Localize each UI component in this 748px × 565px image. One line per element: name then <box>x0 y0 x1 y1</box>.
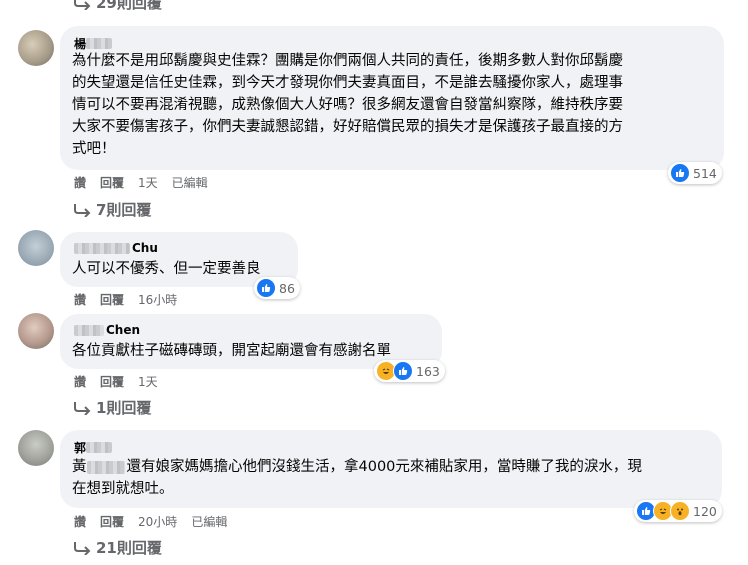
comment-text-line: 式吧！ <box>72 141 116 157</box>
reply-action[interactable]: 回覆 <box>100 291 124 308</box>
comment-text-line: 黃還有娘家媽媽擔心他們沒錢生活，拿4000元來補貼家用，當時賺了我的淚水，現 <box>72 459 642 475</box>
view-replies-label: 7則回覆 <box>96 201 152 219</box>
timestamp[interactable]: 20小時 <box>138 513 177 530</box>
avatar[interactable] <box>18 30 54 66</box>
comment-text-line: 各位貢獻柱子磁磚磚頭，開宮起廟還會有感謝名單 <box>72 343 391 359</box>
reply-arrow-icon <box>74 203 91 217</box>
reaction-summary[interactable]: 120 <box>634 500 722 522</box>
comment-actions: 讚 回覆 1天 已編輯 <box>74 174 222 191</box>
avatar[interactable] <box>18 430 54 466</box>
comment-text-line: 大家不要傷害孩子，你們夫妻誠懇認錯，好好賠償民眾的損失才是保護孩子最直接的方 <box>72 119 623 135</box>
view-replies-link[interactable]: 1則回覆 <box>72 397 151 418</box>
view-replies-link[interactable]: 7則回覆 <box>72 199 151 220</box>
timestamp[interactable]: 16小時 <box>138 291 177 308</box>
edited-label: 已編輯 <box>171 176 208 190</box>
reply-action[interactable]: 回覆 <box>100 373 124 390</box>
reply-arrow-icon <box>74 0 91 10</box>
view-replies-link[interactable]: 21則回覆 <box>72 537 162 558</box>
reply-action[interactable]: 回覆 <box>100 174 124 191</box>
timestamp[interactable]: 1天 <box>138 373 158 390</box>
avatar[interactable] <box>18 230 54 266</box>
reaction-summary[interactable]: 86 <box>254 277 300 299</box>
like-action[interactable]: 讚 <box>74 513 86 530</box>
wow-icon <box>670 501 690 521</box>
comment-text-line: 情可以不要再混淆視聽，成熟像個大人好嗎？很多網友還會自發當糾察隊，維持秩序要 <box>72 97 623 113</box>
like-icon <box>393 361 413 381</box>
comment-text-line: 的失望還是信任史佳霖，到今天才發現你們夫妻真面目，不是誰去騷擾你家人，處理事 <box>72 75 623 91</box>
reply-action[interactable]: 回覆 <box>100 513 124 530</box>
edited-label: 已編輯 <box>191 515 228 529</box>
avatar[interactable] <box>18 313 54 349</box>
like-icon <box>256 278 276 298</box>
reply-arrow-icon <box>74 541 91 555</box>
like-action[interactable]: 讚 <box>74 291 86 308</box>
reaction-count: 86 <box>279 280 295 296</box>
comment-author[interactable]: 郭 <box>74 439 114 456</box>
reaction-summary[interactable]: 514 <box>668 162 722 184</box>
comment-text-line: 人可以不優秀、但一定要善良 <box>72 261 261 277</box>
view-replies-link[interactable]: 29則回覆 <box>72 0 162 13</box>
comment-text-line: 為什麼不是用邱鬍慶與史佳霖？團購是你們兩個人共同的責任，後期多數人對你邱鬍慶 <box>72 53 623 69</box>
reaction-count: 163 <box>416 363 440 379</box>
view-replies-label: 1則回覆 <box>96 399 152 417</box>
comment-actions: 讚 回覆 20小時 已編輯 <box>74 513 241 530</box>
view-replies-label: 29則回覆 <box>96 0 162 12</box>
comment-actions: 讚 回覆 1天 <box>74 373 172 390</box>
comment-author[interactable]: Chen <box>74 323 140 337</box>
reaction-count: 120 <box>693 503 717 519</box>
like-icon <box>670 163 690 183</box>
like-action[interactable]: 讚 <box>74 373 86 390</box>
view-replies-label: 21則回覆 <box>96 539 162 557</box>
reaction-count: 514 <box>693 165 717 181</box>
comment-author[interactable]: Chu <box>74 241 158 255</box>
reply-arrow-icon <box>74 401 91 415</box>
reaction-summary[interactable]: 163 <box>374 360 445 382</box>
comment-text-line: 在想到就想吐。 <box>72 481 174 497</box>
timestamp[interactable]: 1天 <box>138 174 158 191</box>
like-action[interactable]: 讚 <box>74 174 86 191</box>
comment-actions: 讚 回覆 16小時 <box>74 291 191 308</box>
